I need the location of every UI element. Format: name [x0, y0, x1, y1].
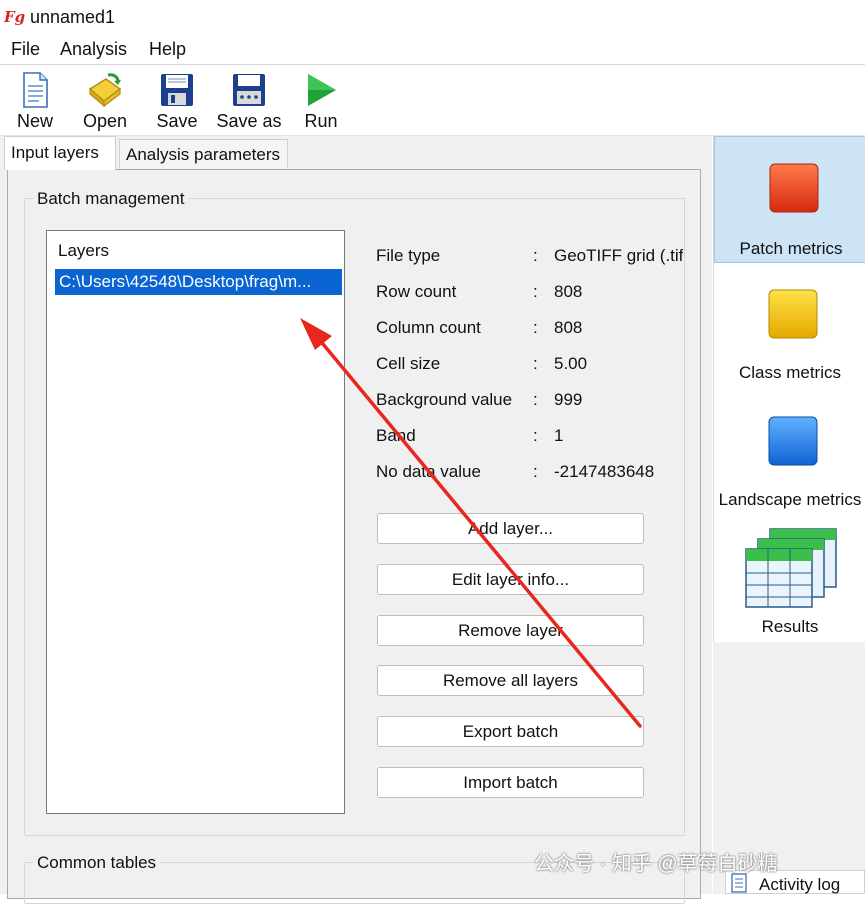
- save-icon: [161, 74, 193, 106]
- cell-size-label: Cell size: [376, 354, 441, 373]
- app-logo-icon: Fg: [4, 8, 25, 26]
- layers-list[interactable]: Layers C:\Users\42548\Desktop\frag\m...: [46, 230, 345, 814]
- svg-text:Fg: Fg: [4, 8, 25, 26]
- results-table-icon: [745, 528, 837, 608]
- menu-analysis[interactable]: Analysis: [60, 39, 127, 60]
- run-button[interactable]: Run: [286, 69, 356, 133]
- landscape-metrics-item[interactable]: Landscape metrics: [714, 390, 865, 517]
- save-as-label: Save as: [216, 111, 282, 131]
- open-label: Open: [82, 111, 128, 131]
- patch-metrics-item[interactable]: Patch metrics: [714, 136, 865, 263]
- info-colon: :: [533, 354, 538, 373]
- export-batch-button[interactable]: Export batch: [377, 716, 644, 747]
- save-as-icon: [233, 74, 265, 106]
- watermark-text: 公众号 · 知乎 @草莓白砂糖: [534, 853, 778, 875]
- menu-help[interactable]: Help: [149, 39, 186, 60]
- new-label: New: [16, 111, 53, 131]
- background-value-label: Background value: [376, 390, 513, 409]
- tab-analysis-parameters[interactable]: Analysis parameters: [119, 139, 288, 168]
- metrics-panel: Patch metrics Class metrics Landscape me…: [713, 136, 865, 642]
- add-layer-button[interactable]: Add layer...: [377, 513, 644, 544]
- results-item[interactable]: Results: [714, 517, 865, 644]
- class-metrics-item[interactable]: Class metrics: [714, 263, 865, 390]
- no-data-value-label: No data value: [376, 462, 481, 481]
- remove-all-layers-button[interactable]: Remove all layers: [377, 665, 644, 696]
- menu-file[interactable]: File: [11, 39, 40, 60]
- no-data-value-value: -2147483648: [554, 462, 655, 481]
- band-value: 1: [554, 426, 564, 445]
- column-count-value: 808: [554, 318, 583, 337]
- info-colon: :: [533, 282, 538, 301]
- import-batch-button[interactable]: Import batch: [377, 767, 644, 798]
- save-label: Save: [156, 111, 198, 131]
- open-button[interactable]: Open: [70, 69, 140, 133]
- toolbar: New Open Save Save as Run: [0, 65, 865, 136]
- window-title: unnamed1: [30, 7, 116, 27]
- batch-management-title: Batch management: [33, 189, 189, 209]
- class-metrics-icon: [768, 289, 818, 339]
- column-count-label: Column count: [376, 318, 481, 337]
- info-colon: :: [533, 426, 538, 445]
- band-label: Band: [376, 426, 416, 445]
- row-count-value: 808: [554, 282, 583, 301]
- menu-bar: File Analysis Help: [0, 36, 865, 65]
- file-type-value: GeoTIFF grid (.tif: [554, 246, 684, 265]
- background-value-value: 999: [554, 390, 583, 409]
- run-play-icon: [308, 74, 336, 106]
- class-metrics-label: Class metrics: [738, 363, 841, 382]
- patch-metrics-icon: [769, 163, 819, 213]
- results-label: Results: [761, 617, 819, 636]
- row-count-label: Row count: [376, 282, 457, 301]
- landscape-metrics-icon: [768, 416, 818, 466]
- new-file-icon: [23, 72, 48, 108]
- open-folder-icon: [88, 73, 122, 108]
- remove-layer-button[interactable]: Remove layer: [377, 615, 644, 646]
- layer-list-item[interactable]: C:\Users\42548\Desktop\frag\m...: [55, 269, 342, 295]
- tab-input-layers[interactable]: Input layers: [4, 136, 116, 170]
- info-colon: :: [533, 390, 538, 409]
- info-colon: :: [533, 318, 538, 337]
- log-document-icon: [731, 873, 747, 893]
- edit-layer-info-button[interactable]: Edit layer info...: [377, 564, 644, 595]
- common-tables-title: Common tables: [33, 853, 161, 873]
- landscape-metrics-label: Landscape metrics: [718, 490, 862, 509]
- save-button[interactable]: Save: [142, 69, 212, 133]
- save-as-button[interactable]: Save as: [214, 69, 284, 133]
- info-colon: :: [533, 462, 538, 481]
- file-type-label: File type: [376, 246, 441, 265]
- cell-size-value: 5.00: [554, 354, 588, 373]
- new-button[interactable]: New: [0, 69, 70, 133]
- patch-metrics-label: Patch metrics: [739, 239, 843, 258]
- layers-header: Layers: [58, 241, 110, 260]
- info-colon: :: [533, 246, 538, 265]
- title-bar: Fg unnamed1: [0, 0, 865, 36]
- activity-log-label: Activity log: [759, 875, 841, 894]
- run-label: Run: [304, 111, 338, 131]
